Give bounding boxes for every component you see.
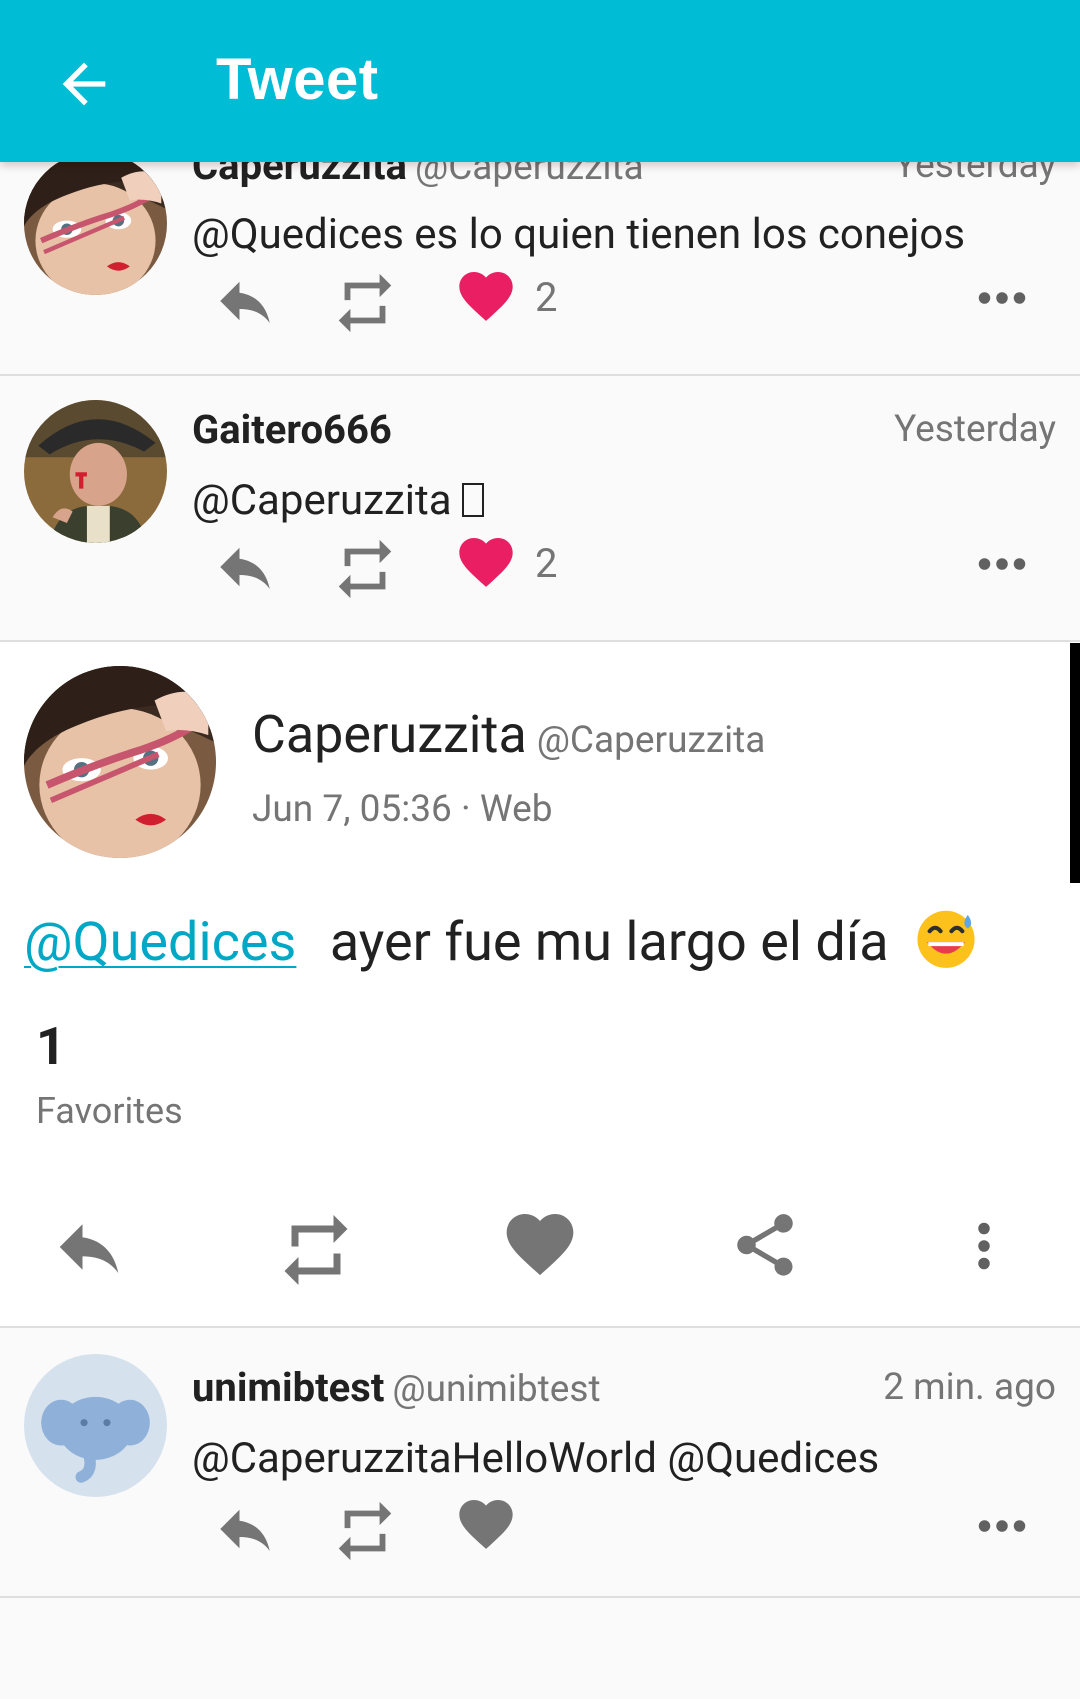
retweet-icon[interactable] (274, 1208, 358, 1292)
avatar[interactable] (24, 1354, 167, 1497)
author-line: unimibtest @unimibtest (192, 1364, 601, 1411)
heart-icon[interactable] (454, 1492, 518, 1556)
tweet-text-content: @Caperuzzita (192, 476, 463, 525)
share-icon[interactable] (728, 1208, 802, 1282)
tweet-meta: Jun 7, 05:36 · Web (252, 788, 553, 831)
reply-icon[interactable] (50, 1208, 128, 1286)
list-item[interactable]: Gaitero666 Yesterday @Caperuzzita 2 (0, 376, 1080, 642)
more-icon[interactable] (972, 534, 1032, 594)
tweet-time: 2 min. ago (883, 1366, 1056, 1409)
avatar[interactable] (24, 666, 216, 858)
list-item[interactable]: unimibtest @unimibtest 2 min. ago @Caperu… (0, 1328, 1080, 1598)
more-icon[interactable] (972, 268, 1032, 328)
avatar[interactable] (24, 152, 167, 295)
tweet-time: Yesterday (894, 408, 1056, 451)
like-count: 2 (535, 540, 558, 587)
author-name[interactable]: unimibtest (192, 1364, 384, 1411)
author-line: Gaitero666 (192, 406, 392, 453)
reply-icon[interactable] (212, 534, 278, 600)
heart-icon[interactable] (454, 530, 518, 594)
app-bar: Tweet (0, 0, 1080, 162)
reply-icon[interactable] (212, 268, 278, 334)
mention-link[interactable]: @Quedices (24, 911, 296, 974)
tweet-text: @Quedices es lo quien tienen los conejos (192, 210, 966, 259)
tweet-text: @Caperuzzita (192, 476, 485, 525)
author-name[interactable]: Gaitero666 (192, 406, 392, 453)
avatar[interactable] (24, 400, 167, 543)
tweet-text: @CaperuzzitaHelloWorld @Quedices (192, 1434, 880, 1483)
tweet-text: ayer fue mu largo el día (329, 911, 889, 974)
tweet-body: @Quedices ayer fue mu largo el día (24, 904, 980, 974)
arrow-back-icon[interactable] (52, 52, 116, 116)
favorites-label[interactable]: Favorites (36, 1090, 183, 1132)
author-name[interactable]: Caperuzzita (252, 704, 527, 765)
more-vert-icon[interactable] (954, 1208, 1014, 1284)
author-handle[interactable]: @Caperuzzita (537, 719, 766, 762)
author-line: Caperuzzita @Caperuzzita (252, 704, 765, 765)
missing-glyph-icon (462, 483, 485, 517)
reply-icon[interactable] (212, 1496, 278, 1562)
retweet-icon[interactable] (330, 1496, 400, 1566)
favorites-count: 1 (36, 1016, 66, 1077)
grinning-sweat-emoji (917, 910, 975, 968)
heart-icon[interactable] (500, 1204, 580, 1284)
author-handle[interactable]: @unimibtest (392, 1368, 600, 1411)
page-title: Tweet (216, 47, 379, 112)
tweet-detail: Caperuzzita @Caperuzzita Jun 7, 05:36 · … (0, 642, 1080, 1328)
retweet-icon[interactable] (330, 268, 400, 338)
heart-icon[interactable] (454, 264, 518, 328)
retweet-icon[interactable] (330, 534, 400, 604)
more-icon[interactable] (972, 1496, 1032, 1556)
scrollbar[interactable] (1070, 643, 1080, 883)
like-count: 2 (535, 274, 558, 321)
